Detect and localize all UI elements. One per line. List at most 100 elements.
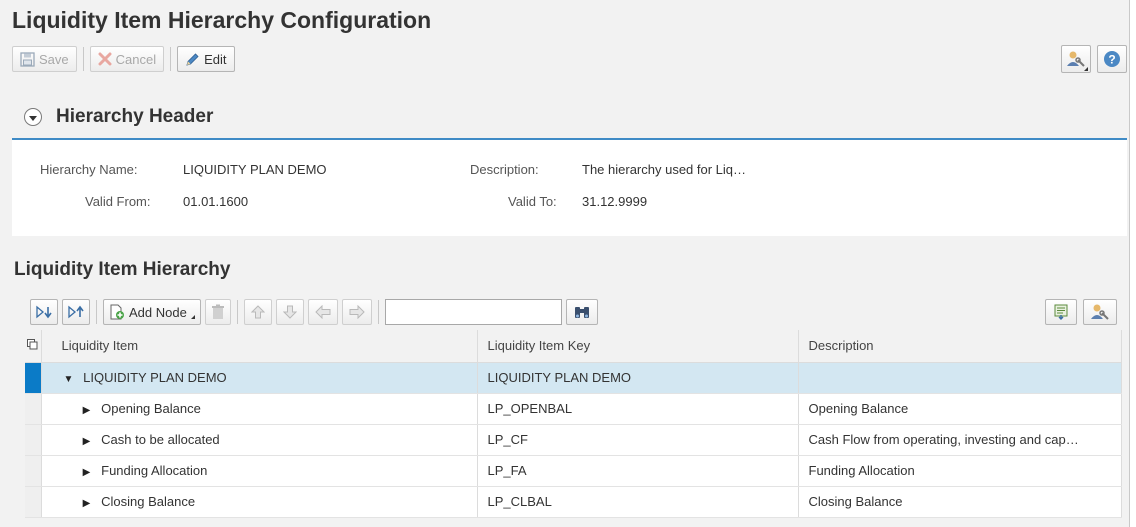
liquidity-item-cell: ▶ Funding Allocation	[41, 455, 478, 487]
find-button[interactable]	[565, 299, 598, 325]
valid-to-value: 31.12.9999	[582, 194, 648, 209]
move-left-button[interactable]	[307, 299, 338, 325]
dropdown-corner-icon	[190, 315, 195, 319]
expand-all-icon	[35, 305, 53, 319]
liquidity-item-key-cell: LIQUIDITY PLAN DEMO	[477, 362, 799, 394]
row-selector[interactable]	[25, 486, 42, 518]
column-header-liquidity-item[interactable]: Liquidity Item	[41, 330, 478, 363]
column-header-description[interactable]: Description	[798, 330, 1122, 363]
valid-from-value: 01.01.1600	[183, 194, 249, 209]
description-cell: Opening Balance	[798, 393, 1122, 425]
row-selector[interactable]	[25, 393, 42, 425]
edit-button[interactable]: Edit	[177, 46, 235, 72]
add-node-button[interactable]: Add Node	[103, 299, 201, 325]
help-button[interactable]: ?	[1097, 45, 1127, 73]
cancel-button[interactable]: Cancel	[89, 46, 165, 72]
liquidity-item-name: Funding Allocation	[101, 463, 208, 478]
column-header-liquidity-item-key[interactable]: Liquidity Item Key	[477, 330, 799, 363]
valid-to-label: Valid To:	[508, 194, 557, 209]
add-document-icon	[109, 304, 125, 320]
expand-all-button[interactable]	[30, 299, 58, 325]
svg-text:?: ?	[1108, 53, 1115, 67]
app-frame: Liquidity Item Hierarchy Configuration S…	[0, 0, 1130, 527]
toolbar-divider	[96, 300, 97, 324]
export-icon	[1052, 304, 1070, 320]
toolbar-divider	[236, 300, 238, 324]
arrow-down-icon	[282, 305, 297, 319]
save-label: Save	[39, 51, 69, 67]
table-header-row: Liquidity Item Liquidity Item Key Descri…	[25, 330, 1122, 363]
cancel-icon	[98, 52, 112, 66]
liquidity-item-cell: ▶ Opening Balance	[41, 393, 478, 425]
trash-icon	[211, 304, 225, 320]
liquidity-item-name: Cash to be allocated	[101, 432, 220, 447]
table-row[interactable]: ▼ LIQUIDITY PLAN DEMO LIQUIDITY PLAN DEM…	[25, 362, 1122, 394]
table-settings-button[interactable]	[1083, 299, 1117, 325]
description-cell: Cash Flow from operating, investing and …	[798, 424, 1122, 456]
liquidity-item-key-cell: LP_OPENBAL	[477, 393, 799, 425]
tree-toolbar: Add Node	[30, 297, 1117, 327]
cancel-label: Cancel	[115, 51, 157, 67]
save-icon	[20, 51, 35, 67]
arrow-left-icon	[315, 305, 331, 319]
select-all-header[interactable]	[25, 330, 42, 363]
save-button[interactable]: Save	[12, 46, 77, 72]
toolbar-divider	[170, 47, 172, 71]
liquidity-item-name: LIQUIDITY PLAN DEMO	[83, 370, 227, 385]
edit-label: Edit	[204, 51, 227, 67]
description-label: Description:	[470, 162, 539, 177]
move-right-button[interactable]	[341, 299, 372, 325]
collapsed-arrow-icon[interactable]: ▶	[80, 498, 94, 509]
search-input[interactable]	[384, 299, 562, 325]
table-row[interactable]: ▶ Funding Allocation LP_FA Funding Alloc…	[25, 455, 1122, 487]
hierarchy-header-title: Hierarchy Header	[56, 106, 214, 127]
select-all-icon	[27, 338, 38, 353]
valid-from-label: Valid From:	[85, 194, 151, 209]
user-settings-icon	[1090, 303, 1110, 321]
hierarchy-table: Liquidity Item Liquidity Item Key Descri…	[25, 330, 1122, 518]
table-row[interactable]: ▶ Closing Balance LP_CLBAL Closing Balan…	[25, 486, 1122, 518]
collapse-all-icon	[67, 305, 85, 319]
main-toolbar: Save Cancel Edit	[12, 45, 235, 73]
binoculars-icon	[573, 304, 591, 320]
collapsed-arrow-icon[interactable]: ▶	[80, 436, 94, 447]
description-cell	[798, 362, 1122, 394]
arrow-right-icon	[349, 305, 365, 319]
hierarchy-name-label: Hierarchy Name:	[40, 162, 138, 177]
row-selector[interactable]	[25, 362, 42, 394]
liquidity-item-key-cell: LP_CF	[477, 424, 799, 456]
user-settings-icon	[1066, 50, 1086, 68]
description-cell: Funding Allocation	[798, 455, 1122, 487]
chevron-down-icon	[29, 115, 37, 121]
dropdown-corner-icon	[1084, 67, 1088, 71]
collapse-toggle[interactable]	[24, 108, 42, 126]
liquidity-item-name: Closing Balance	[101, 494, 196, 509]
liquidity-item-name: Opening Balance	[101, 401, 201, 416]
hierarchy-section-title: Liquidity Item Hierarchy	[14, 259, 231, 280]
hierarchy-name-value: LIQUIDITY PLAN DEMO	[183, 162, 327, 177]
row-selector[interactable]	[25, 455, 42, 487]
toolbar-divider	[377, 300, 379, 324]
row-selector[interactable]	[25, 424, 42, 456]
collapsed-arrow-icon[interactable]: ▶	[80, 467, 94, 478]
move-down-button[interactable]	[275, 299, 304, 325]
liquidity-item-cell: ▶ Closing Balance	[41, 486, 478, 518]
arrow-up-icon	[250, 305, 265, 319]
page-title: Liquidity Item Hierarchy Configuration	[12, 7, 432, 33]
hierarchy-header-panel: Hierarchy Header Hierarchy Name: LIQUIDI…	[12, 96, 1127, 236]
help-icon: ?	[1103, 50, 1121, 68]
export-button[interactable]	[1045, 299, 1077, 325]
move-up-button[interactable]	[243, 299, 272, 325]
collapsed-arrow-icon[interactable]: ▶	[80, 405, 94, 416]
collapse-all-button[interactable]	[62, 299, 90, 325]
expanded-arrow-icon[interactable]: ▼	[62, 374, 76, 385]
delete-button[interactable]	[204, 299, 231, 325]
description-value: The hierarchy used for Liq…	[582, 162, 747, 177]
table-row[interactable]: ▶ Cash to be allocated LP_CF Cash Flow f…	[25, 424, 1122, 456]
liquidity-item-cell: ▼ LIQUIDITY PLAN DEMO	[41, 362, 478, 394]
table-row[interactable]: ▶ Opening Balance LP_OPENBAL Opening Bal…	[25, 393, 1122, 425]
liquidity-item-cell: ▶ Cash to be allocated	[41, 424, 478, 456]
description-cell: Closing Balance	[798, 486, 1122, 518]
hierarchy-header-bar: Hierarchy Header	[12, 96, 1127, 140]
personalize-button[interactable]	[1061, 45, 1091, 73]
